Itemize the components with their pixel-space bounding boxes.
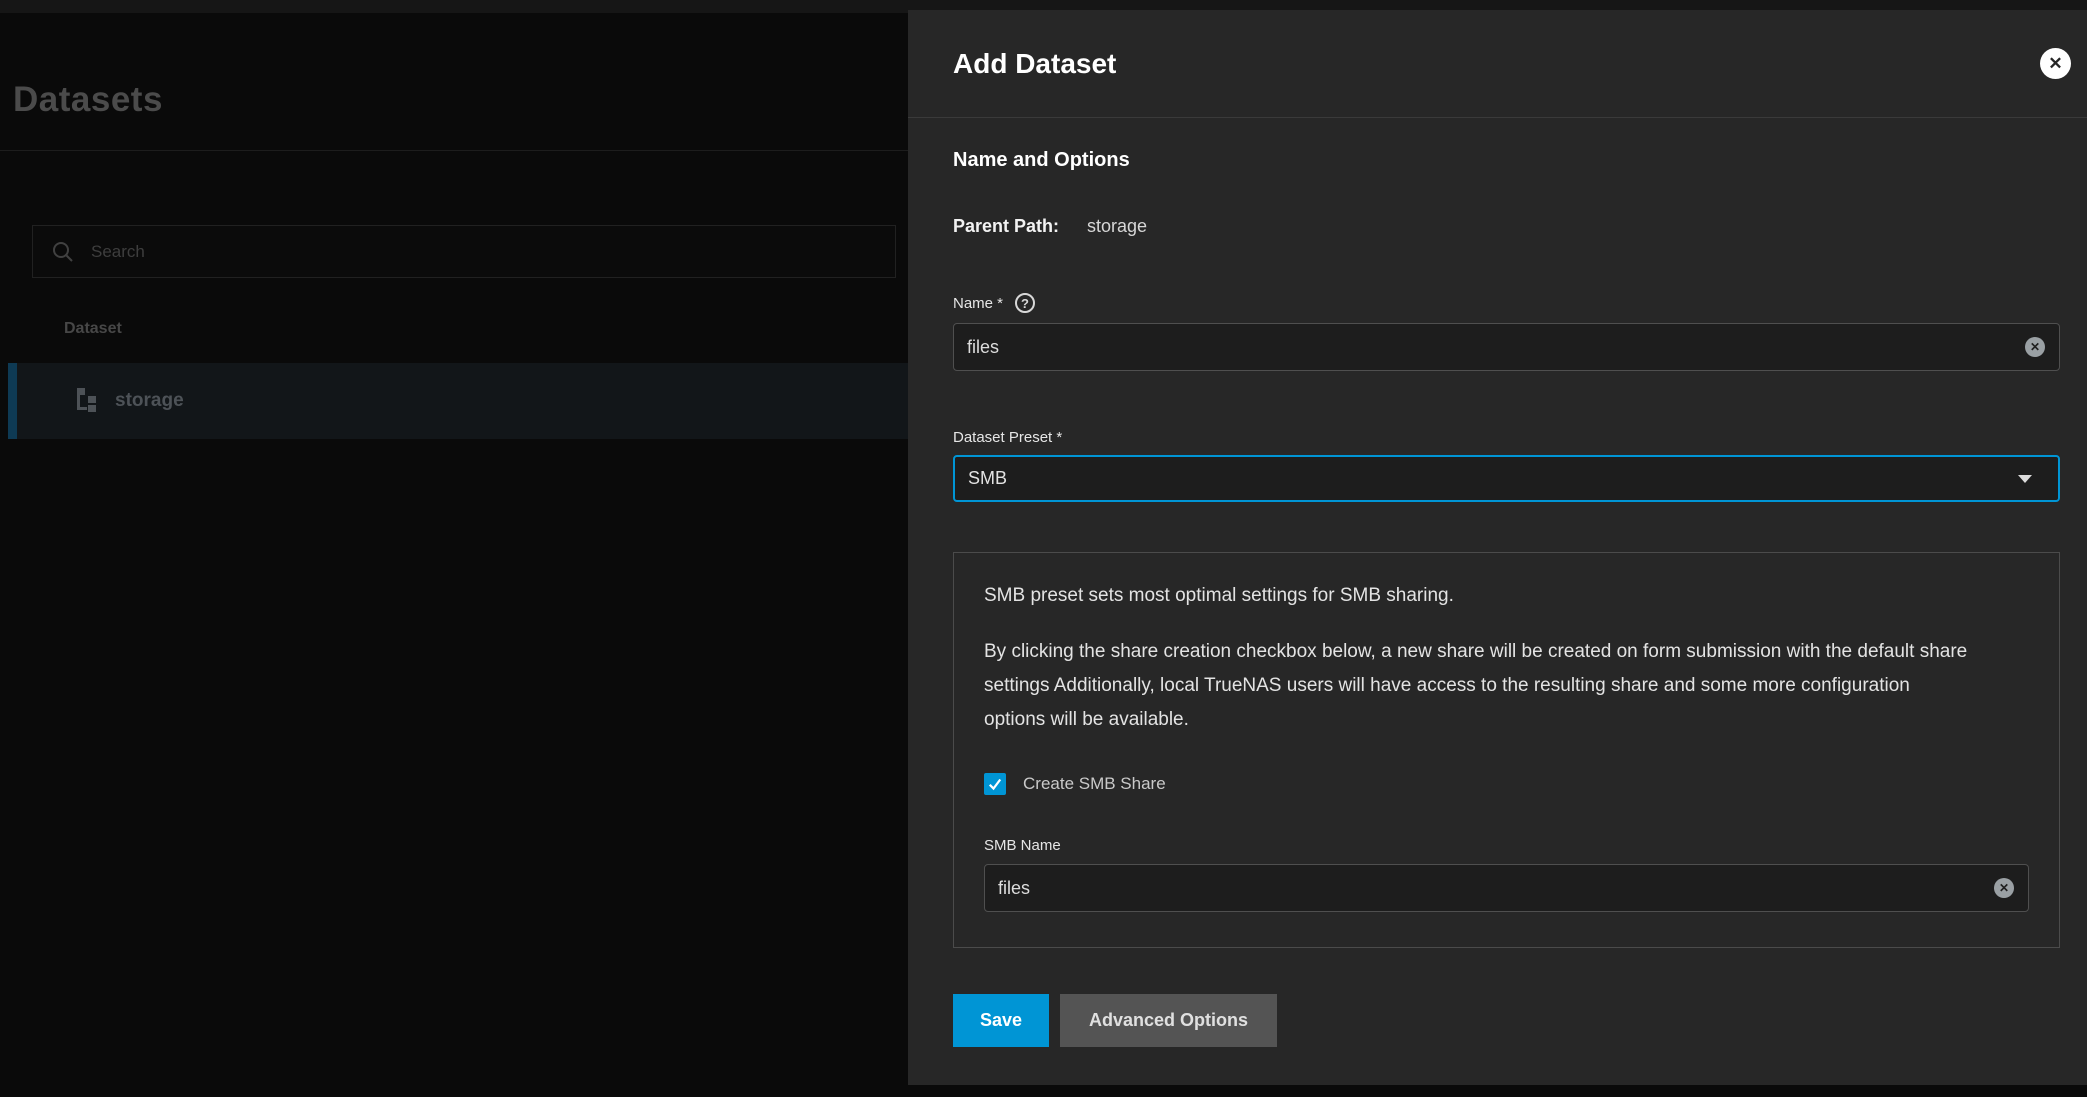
name-input[interactable] xyxy=(967,337,2025,358)
smb-name-input[interactable] xyxy=(998,878,1994,899)
parent-path-value: storage xyxy=(1087,216,1147,237)
search-icon xyxy=(51,240,75,264)
parent-path-label: Parent Path: xyxy=(953,216,1059,237)
title-divider xyxy=(0,150,908,151)
dataset-preset-value: SMB xyxy=(968,468,2018,489)
smb-name-label: SMB Name xyxy=(984,837,2029,854)
create-smb-share-checkbox[interactable] xyxy=(984,773,1006,795)
create-smb-share-row: Create SMB Share xyxy=(984,773,2029,795)
smb-name-input-container: ✕ xyxy=(984,864,2029,912)
create-smb-share-label: Create SMB Share xyxy=(1023,774,1166,794)
page-title: Datasets xyxy=(13,80,163,120)
dataset-column-header: Dataset xyxy=(64,320,122,338)
clear-input-icon[interactable]: ✕ xyxy=(2025,337,2045,357)
dataset-row-label: storage xyxy=(115,390,184,412)
clear-input-icon[interactable]: ✕ xyxy=(1994,878,2014,898)
checkmark-icon xyxy=(986,775,1004,793)
chevron-down-icon xyxy=(2018,475,2032,483)
bottom-bar xyxy=(0,1085,2087,1097)
search-input[interactable] xyxy=(91,242,895,262)
name-field: Name * ? ✕ xyxy=(953,293,2060,371)
save-button[interactable]: Save xyxy=(953,994,1049,1047)
smb-preset-summary: SMB preset sets most optimal settings fo… xyxy=(984,581,2029,611)
dataset-preset-label: Dataset Preset * xyxy=(953,429,2060,446)
selected-row-stripe xyxy=(8,363,17,439)
dataset-tree-icon xyxy=(73,388,99,414)
smb-preset-info-box: SMB preset sets most optimal settings fo… xyxy=(953,552,2060,948)
panel-title: Add Dataset xyxy=(953,48,2040,80)
advanced-options-button[interactable]: Advanced Options xyxy=(1060,994,1277,1047)
smb-preset-description: By clicking the share creation checkbox … xyxy=(984,635,1969,737)
section-title: Name and Options xyxy=(953,149,2060,172)
panel-header: Add Dataset ✕ xyxy=(908,10,2087,118)
name-field-label: Name * xyxy=(953,295,1003,312)
name-input-container: ✕ xyxy=(953,323,2060,371)
form-buttons: Save Advanced Options xyxy=(953,994,2060,1047)
help-icon[interactable]: ? xyxy=(1015,293,1035,313)
dataset-tree-row-storage[interactable]: storage xyxy=(8,363,908,439)
add-dataset-panel: Add Dataset ✕ Name and Options Parent Pa… xyxy=(908,10,2087,1085)
panel-content: Name and Options Parent Path: storage Na… xyxy=(908,149,2087,1047)
datasets-screen: Datasets Dataset storage Add Dataset ✕ xyxy=(0,0,2087,1097)
dataset-preset-field: Dataset Preset * SMB xyxy=(953,429,2060,502)
dataset-preset-select[interactable]: SMB xyxy=(953,455,2060,502)
parent-path-row: Parent Path: storage xyxy=(953,216,2060,237)
close-icon[interactable]: ✕ xyxy=(2040,48,2071,79)
search-box[interactable] xyxy=(32,225,896,278)
